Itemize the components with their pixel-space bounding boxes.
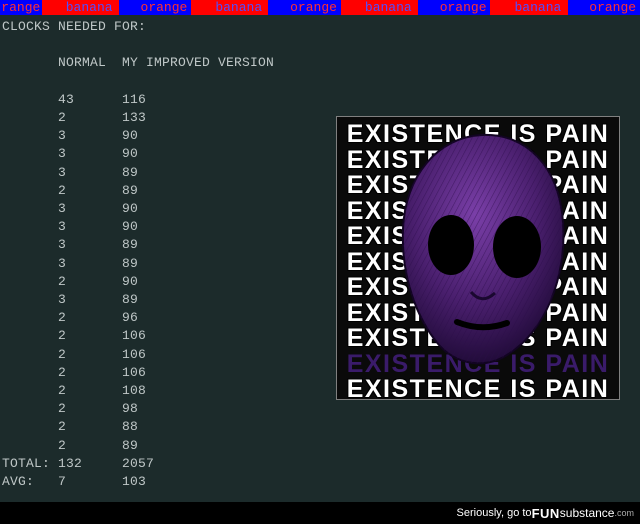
- footer-prefix: Seriously, go to: [457, 507, 532, 519]
- footer-brand-fun: FUN: [532, 506, 560, 521]
- footer-tld: .com: [614, 508, 634, 518]
- orange-cell: orange: [137, 0, 191, 15]
- fruit-color-bar: range banana orange banana orange banana orang…: [0, 0, 640, 15]
- banana-cell: banana: [59, 0, 118, 15]
- watermark-footer: Seriously, go to FUNsubstance.com: [0, 502, 640, 524]
- orange-cell: orange: [436, 0, 490, 15]
- banana-cell: banana: [508, 0, 567, 15]
- orange-cell: orange: [585, 0, 639, 15]
- banana-cell: banana: [359, 0, 418, 15]
- banana-cell: banana: [209, 0, 268, 15]
- meme-image: EXISTENCE IS PAINEXISTENCE IS PAINEXISTE…: [336, 116, 620, 400]
- orange-cell: orange: [286, 0, 340, 15]
- meme-text-line: EXISTENCE IS PAIN: [337, 376, 619, 400]
- wojak-head-icon: [387, 127, 577, 367]
- footer-brand-substance: substance: [560, 506, 615, 520]
- range-cell: range: [0, 0, 42, 15]
